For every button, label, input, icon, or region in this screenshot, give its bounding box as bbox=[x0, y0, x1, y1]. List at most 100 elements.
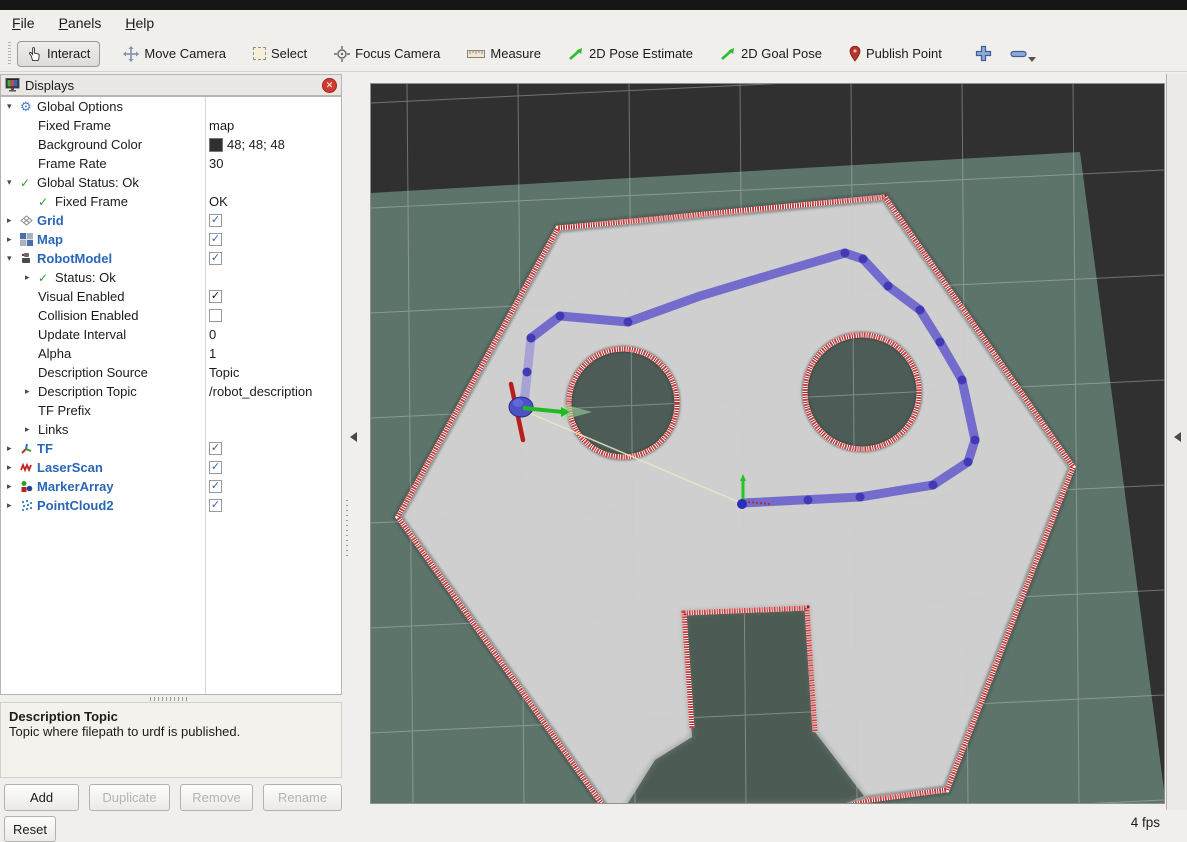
collapse-panel-arrow-icon[interactable] bbox=[350, 432, 357, 442]
row-value[interactable]: 48; 48; 48 bbox=[227, 137, 285, 152]
row-label: Status: Ok bbox=[55, 270, 116, 285]
tree-row-robotmodel[interactable]: ▾ RobotModel ✓ bbox=[1, 249, 341, 268]
tree-row-fixed-frame[interactable]: Fixed Frame map bbox=[1, 116, 341, 135]
row-value[interactable]: 0 bbox=[209, 327, 216, 342]
move-camera-tool-button[interactable]: Move Camera bbox=[123, 46, 226, 62]
interact-tool-button[interactable]: Interact bbox=[17, 41, 100, 67]
enable-checkbox[interactable]: ✓ bbox=[209, 480, 222, 493]
expand-arrow-icon[interactable]: ▸ bbox=[7, 215, 20, 226]
select-tool-button[interactable]: Select bbox=[253, 46, 307, 61]
displays-panel: Displays ✕ ▾ ⚙ Global Options Fixed Fram… bbox=[0, 74, 342, 810]
duplicate-button[interactable]: Duplicate bbox=[89, 784, 170, 811]
robot-icon bbox=[20, 252, 37, 265]
goal-pose-tool-button[interactable]: 2D Goal Pose bbox=[720, 46, 822, 62]
dropdown-arrow-icon[interactable] bbox=[1028, 57, 1036, 62]
displays-panel-header[interactable]: Displays ✕ bbox=[0, 74, 342, 96]
enable-checkbox[interactable]: ✓ bbox=[209, 461, 222, 474]
row-label: Background Color bbox=[38, 137, 142, 152]
row-value[interactable]: 1 bbox=[209, 346, 216, 361]
enable-checkbox[interactable]: ✓ bbox=[209, 252, 222, 265]
row-label: Map bbox=[37, 232, 63, 247]
tree-row-visual-enabled[interactable]: Visual Enabled ✓ bbox=[1, 287, 341, 306]
focus-camera-tool-button[interactable]: Focus Camera bbox=[334, 46, 440, 62]
splitter-drag-handle[interactable] bbox=[346, 500, 348, 560]
menu-file[interactable]: File bbox=[12, 15, 35, 31]
expand-arrow-icon[interactable]: ▸ bbox=[25, 424, 38, 435]
row-value[interactable]: map bbox=[209, 118, 234, 133]
expand-arrow-icon[interactable]: ▾ bbox=[7, 101, 20, 112]
minus-icon bbox=[1010, 50, 1027, 58]
expand-arrow-icon[interactable]: ▸ bbox=[7, 234, 20, 245]
focus-camera-icon bbox=[334, 46, 350, 62]
plus-icon bbox=[975, 45, 992, 62]
panel-splitter-handle[interactable] bbox=[150, 697, 190, 701]
rename-button[interactable]: Rename bbox=[263, 784, 342, 811]
move-camera-icon bbox=[123, 46, 139, 62]
expand-arrow-icon[interactable]: ▾ bbox=[7, 177, 20, 188]
row-label: Frame Rate bbox=[38, 156, 107, 171]
tree-row-pointcloud2[interactable]: ▸ PointCloud2 ✓ bbox=[1, 496, 341, 515]
remove-button[interactable]: Remove bbox=[180, 784, 253, 811]
map-icon bbox=[20, 233, 37, 246]
row-value[interactable]: 30 bbox=[209, 156, 223, 171]
measure-tool-button[interactable]: Measure bbox=[467, 46, 541, 61]
enable-checkbox[interactable]: ✓ bbox=[209, 499, 222, 512]
add-tool-button[interactable] bbox=[975, 45, 992, 62]
fps-counter: 4 fps bbox=[1100, 815, 1160, 830]
tree-row-collision-enabled[interactable]: Collision Enabled bbox=[1, 306, 341, 325]
tree-row-links[interactable]: ▸ Links bbox=[1, 420, 341, 439]
row-label: Description Topic bbox=[38, 384, 137, 399]
tree-row-frame-rate[interactable]: Frame Rate 30 bbox=[1, 154, 341, 173]
tree-row-description-source[interactable]: Description Source Topic bbox=[1, 363, 341, 382]
expand-arrow-icon[interactable]: ▸ bbox=[25, 272, 38, 283]
close-icon[interactable]: ✕ bbox=[322, 78, 337, 93]
tree-row-global-status[interactable]: ▾ ✓ Global Status: Ok bbox=[1, 173, 341, 192]
tree-row-tf[interactable]: ▸ TF ✓ bbox=[1, 439, 341, 458]
expand-arrow-icon[interactable]: ▸ bbox=[7, 481, 20, 492]
tree-row-background-color[interactable]: Background Color 48; 48; 48 bbox=[1, 135, 341, 154]
color-swatch bbox=[209, 138, 223, 152]
property-checkbox[interactable] bbox=[209, 309, 222, 322]
menu-help[interactable]: Help bbox=[125, 15, 154, 31]
tree-row-fixed-frame-status[interactable]: ✓ Fixed Frame OK bbox=[1, 192, 341, 211]
property-checkbox[interactable]: ✓ bbox=[209, 290, 222, 303]
expand-arrow-icon[interactable]: ▸ bbox=[25, 386, 38, 397]
help-body: Topic where filepath to urdf is publishe… bbox=[9, 724, 333, 739]
3d-viewport[interactable] bbox=[371, 84, 1164, 803]
collapse-right-panel-arrow-icon[interactable] bbox=[1174, 432, 1181, 442]
tree-row-laserscan[interactable]: ▸ LaserScan ✓ bbox=[1, 458, 341, 477]
row-value[interactable]: /robot_description bbox=[209, 384, 312, 399]
remove-tool-button[interactable] bbox=[1010, 50, 1027, 58]
enable-checkbox[interactable]: ✓ bbox=[209, 233, 222, 246]
status-ok-check-icon: ✓ bbox=[38, 195, 55, 209]
reset-button[interactable]: Reset bbox=[4, 816, 56, 842]
enable-checkbox[interactable]: ✓ bbox=[209, 442, 222, 455]
toolbar-drag-handle[interactable] bbox=[8, 42, 11, 66]
tree-row-global-options[interactable]: ▾ ⚙ Global Options bbox=[1, 97, 341, 116]
gear-icon: ⚙ bbox=[20, 99, 37, 115]
expand-arrow-icon[interactable]: ▸ bbox=[7, 462, 20, 473]
tree-row-grid[interactable]: ▸ Grid ✓ bbox=[1, 211, 341, 230]
enable-checkbox[interactable]: ✓ bbox=[209, 214, 222, 227]
tree-row-map[interactable]: ▸ Map ✓ bbox=[1, 230, 341, 249]
row-label: Fixed Frame bbox=[55, 194, 128, 209]
tree-row-tf-prefix[interactable]: TF Prefix bbox=[1, 401, 341, 420]
status-ok-check-icon: ✓ bbox=[20, 176, 37, 190]
expand-arrow-icon[interactable]: ▾ bbox=[7, 253, 20, 264]
tree-row-markerarray[interactable]: ▸ MarkerArray ✓ bbox=[1, 477, 341, 496]
green-arrow-icon bbox=[568, 46, 584, 62]
tree-row-alpha[interactable]: Alpha 1 bbox=[1, 344, 341, 363]
row-value[interactable]: Topic bbox=[209, 365, 239, 380]
add-button[interactable]: Add bbox=[4, 784, 79, 811]
menu-panels[interactable]: Panels bbox=[59, 15, 102, 31]
tree-row-robot-status[interactable]: ▸ ✓ Status: Ok bbox=[1, 268, 341, 287]
expand-arrow-icon[interactable]: ▸ bbox=[7, 443, 20, 454]
row-label: MarkerArray bbox=[37, 479, 114, 494]
tree-row-description-topic[interactable]: ▸ Description Topic /robot_description bbox=[1, 382, 341, 401]
tree-row-update-interval[interactable]: Update Interval 0 bbox=[1, 325, 341, 344]
row-label: Visual Enabled bbox=[38, 289, 125, 304]
expand-arrow-icon[interactable]: ▸ bbox=[7, 500, 20, 511]
pose-estimate-tool-button[interactable]: 2D Pose Estimate bbox=[568, 46, 693, 62]
publish-point-tool-button[interactable]: Publish Point bbox=[849, 46, 942, 62]
row-label: TF bbox=[37, 441, 53, 456]
